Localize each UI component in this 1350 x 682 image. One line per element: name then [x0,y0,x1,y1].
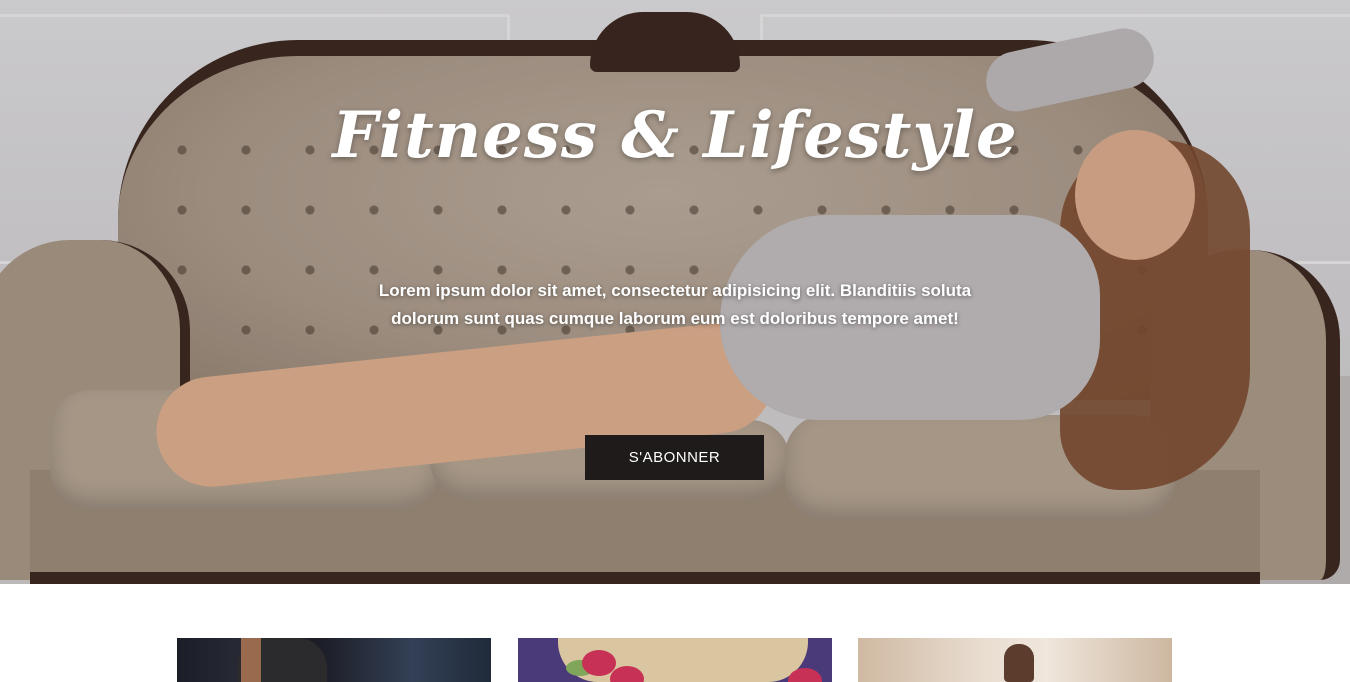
card-fitness-image[interactable] [177,638,491,682]
card-food-image[interactable] [518,638,832,682]
featured-cards [0,584,1350,682]
raspberry [788,668,822,682]
hero-description: Lorem ipsum dolor sit amet, consectetur … [378,281,972,328]
subscribe-button[interactable]: S'ABONNER [585,435,764,480]
woman-figure [1004,644,1034,682]
hero-banner: Fitness & Lifestyle Lorem ipsum dolor si… [0,0,1350,584]
card-lifestyle-image[interactable] [858,638,1172,682]
hero-title: Fitness & Lifestyle [332,98,1018,173]
athlete-arm [241,638,261,682]
